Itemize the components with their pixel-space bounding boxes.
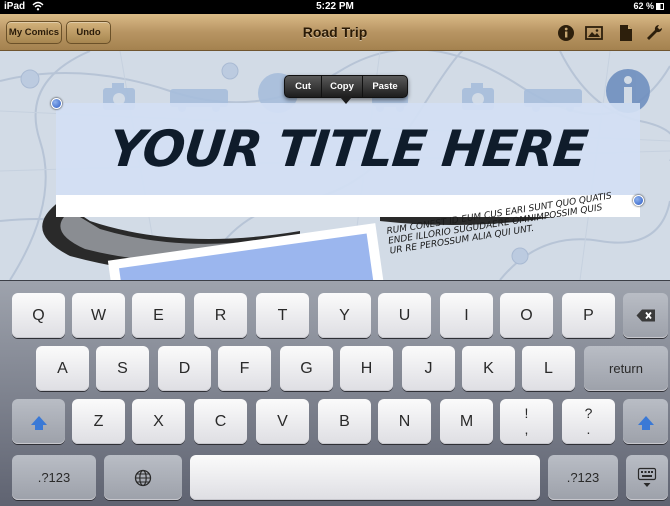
edit-menu-pointer [340, 97, 352, 104]
shift-icon [637, 416, 654, 430]
key-u[interactable]: U [378, 293, 431, 338]
key-h[interactable]: H [340, 346, 393, 391]
key-c[interactable]: C [194, 399, 247, 444]
key-m[interactable]: M [440, 399, 493, 444]
title-text: YOUR TITLE HERE [106, 120, 590, 178]
key-exclaim-comma[interactable]: ! , [500, 399, 553, 444]
space-bar[interactable] [190, 455, 540, 500]
key-w[interactable]: W [72, 293, 125, 338]
battery-percent: 62 % [633, 1, 654, 11]
battery-icon [656, 3, 664, 10]
copy-menu-item[interactable]: Copy [322, 76, 363, 97]
key-question-period[interactable]: ? . [562, 399, 615, 444]
edit-menu: Cut Copy Paste [284, 75, 408, 98]
onscreen-keyboard: Q W E R T Y U I O P A S D F G H J K L re… [0, 280, 670, 506]
wrench-icon[interactable] [644, 23, 664, 43]
key-a[interactable]: A [36, 346, 89, 391]
image-icon[interactable] [584, 23, 604, 43]
key-i[interactable]: I [440, 293, 493, 338]
shift-icon [30, 416, 47, 430]
cut-menu-item[interactable]: Cut [285, 76, 322, 97]
return-key[interactable]: return [584, 346, 668, 391]
keyboard-dismiss-key[interactable] [626, 455, 668, 500]
status-bar: iPad 5:22 PM 62 % [0, 0, 670, 14]
delete-icon [636, 309, 655, 322]
keyboard-dismiss-icon [637, 467, 657, 487]
key-q[interactable]: Q [12, 293, 65, 338]
shift-left-key[interactable] [12, 399, 65, 444]
numbers-key-left[interactable]: .?123 [12, 455, 96, 500]
key-p[interactable]: P [562, 293, 615, 338]
selection-end-handle[interactable] [633, 195, 644, 206]
globe-key[interactable] [104, 455, 182, 500]
key-z[interactable]: Z [72, 399, 125, 444]
page-icon[interactable] [616, 23, 636, 43]
key-e[interactable]: E [132, 293, 185, 338]
key-f[interactable]: F [218, 346, 271, 391]
key-question-top: ? [584, 405, 593, 421]
info-icon[interactable] [556, 23, 576, 43]
key-g[interactable]: G [280, 346, 333, 391]
paste-menu-item[interactable]: Paste [363, 76, 407, 97]
key-y[interactable]: Y [318, 293, 371, 338]
key-v[interactable]: V [256, 399, 309, 444]
key-k[interactable]: K [462, 346, 515, 391]
battery-indicator: 62 % [633, 1, 664, 11]
key-r[interactable]: R [194, 293, 247, 338]
key-l[interactable]: L [522, 346, 575, 391]
nav-bar: My Comics Undo Road Trip [0, 14, 670, 51]
key-j[interactable]: J [402, 346, 455, 391]
globe-icon [134, 469, 152, 486]
selection-start-handle[interactable] [51, 98, 62, 109]
key-o[interactable]: O [500, 293, 553, 338]
key-b[interactable]: B [318, 399, 371, 444]
key-s[interactable]: S [96, 346, 149, 391]
title-text-field[interactable]: YOUR TITLE HERE [56, 103, 640, 195]
key-comma-bottom: , [524, 421, 529, 437]
delete-key[interactable] [623, 293, 668, 338]
numbers-key-right[interactable]: .?123 [548, 455, 618, 500]
shift-right-key[interactable] [623, 399, 668, 444]
key-d[interactable]: D [158, 346, 211, 391]
key-x[interactable]: X [132, 399, 185, 444]
status-time: 5:22 PM [316, 1, 354, 12]
key-period-bottom: . [586, 421, 591, 437]
key-t[interactable]: T [256, 293, 309, 338]
key-exclaim-top: ! [524, 405, 529, 421]
key-n[interactable]: N [378, 399, 431, 444]
